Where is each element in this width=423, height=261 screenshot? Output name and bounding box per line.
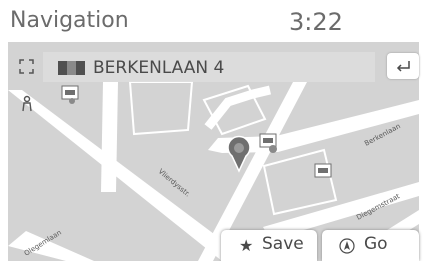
navigation-screen: Navigation 3:22 Berkenlaan Vlierdysstr. … <box>0 0 423 261</box>
building-outline <box>128 81 194 136</box>
go-label: Go <box>364 234 388 254</box>
app-title: Navigation <box>10 8 129 33</box>
save-button[interactable]: ★ Save <box>221 230 317 261</box>
clock: 3:22 <box>289 8 343 36</box>
destination-pin-icon[interactable] <box>227 135 251 173</box>
return-arrow-icon <box>396 61 410 72</box>
top-bar: Navigation 3:22 <box>4 0 419 42</box>
destination-label: BERKENLAAN 4 <box>93 58 225 78</box>
navigate-icon <box>339 238 355 254</box>
road-vertical-left <box>101 82 118 192</box>
star-icon: ★ <box>239 236 254 255</box>
street-label: Vlierdysstr. <box>157 167 192 198</box>
save-label: Save <box>262 234 304 254</box>
building-outline <box>262 148 338 216</box>
poi-icon[interactable] <box>61 85 79 104</box>
flag-icon <box>58 61 85 75</box>
back-button[interactable] <box>387 53 419 79</box>
poi-icon[interactable] <box>314 163 332 178</box>
fullscreen-icon[interactable] <box>19 59 34 74</box>
go-button[interactable]: Go <box>322 230 419 261</box>
